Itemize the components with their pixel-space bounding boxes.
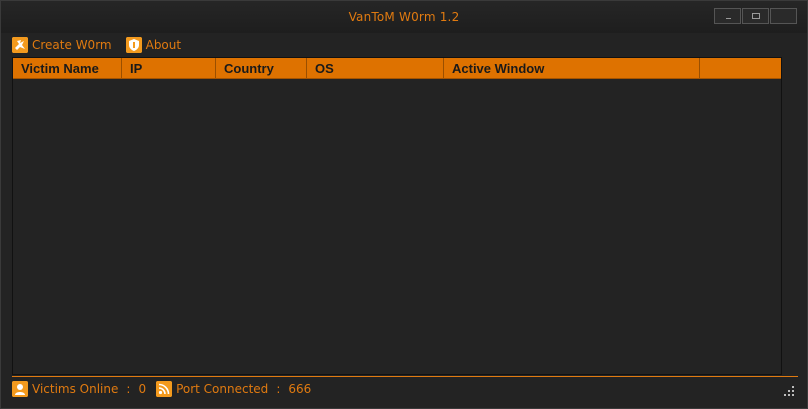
port-connected-label: Port Connected bbox=[176, 381, 269, 396]
about-label: About bbox=[145, 38, 182, 52]
about-button[interactable]: About bbox=[125, 37, 182, 53]
main-window: VanToM W0rm 1.2 Create W0rm About Victim… bbox=[0, 0, 808, 409]
create-worm-label: Create W0rm bbox=[32, 38, 112, 52]
close-button[interactable] bbox=[770, 8, 797, 24]
create-worm-button[interactable]: Create W0rm bbox=[12, 37, 112, 53]
toolbar: Create W0rm About bbox=[12, 34, 195, 56]
port-separator: : bbox=[276, 381, 281, 396]
shield-icon bbox=[125, 37, 142, 53]
victims-online-label: Victims Online bbox=[32, 381, 119, 396]
table-body[interactable] bbox=[13, 79, 781, 374]
resize-grip-icon[interactable] bbox=[784, 386, 794, 396]
column-header-country[interactable]: Country bbox=[216, 58, 307, 78]
minimize-icon bbox=[726, 18, 731, 19]
column-header-active-window[interactable]: Active Window bbox=[444, 58, 700, 78]
table-header: Victim Name IP Country OS Active Window bbox=[13, 58, 781, 79]
title-bar[interactable]: VanToM W0rm 1.2 bbox=[1, 1, 807, 33]
victims-online-count: 0 bbox=[138, 381, 147, 396]
close-icon bbox=[771, 9, 796, 23]
minimize-button[interactable] bbox=[714, 8, 741, 24]
victims-table[interactable]: Victim Name IP Country OS Active Window bbox=[12, 57, 782, 375]
victims-separator: : bbox=[126, 381, 131, 396]
status-bar: Victims Online : 0 Port Connected : 666 bbox=[12, 376, 798, 400]
worm-icon bbox=[12, 37, 28, 53]
maximize-button[interactable] bbox=[742, 8, 769, 24]
column-header-victim-name[interactable]: Victim Name bbox=[13, 58, 122, 78]
window-title: VanToM W0rm 1.2 bbox=[348, 10, 460, 24]
port-connected-value: 666 bbox=[288, 381, 312, 396]
user-icon bbox=[12, 380, 28, 397]
maximize-icon bbox=[752, 13, 760, 19]
column-header-filler bbox=[700, 58, 781, 78]
rss-icon bbox=[156, 380, 173, 397]
window-controls bbox=[714, 8, 797, 24]
column-header-os[interactable]: OS bbox=[307, 58, 444, 78]
column-header-ip[interactable]: IP bbox=[122, 58, 216, 78]
